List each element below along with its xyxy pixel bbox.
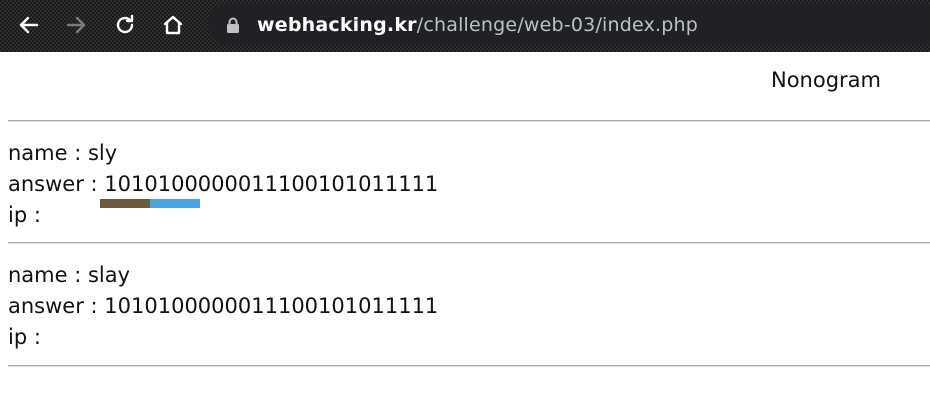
highlight-segment-blue	[150, 199, 200, 208]
url-text[interactable]: webhacking.kr/challenge/web-03/index.php	[257, 13, 698, 37]
back-button[interactable]	[14, 10, 44, 40]
reload-icon	[116, 14, 134, 34]
entry-name: name : slay	[8, 263, 131, 287]
divider	[8, 120, 930, 122]
entry-answer: answer : 1010100000011100101011111	[8, 172, 439, 196]
entry-1: name : sly answer : 10101000000111001010…	[8, 138, 438, 231]
reload-button[interactable]	[110, 10, 140, 40]
entry-2: name : slay answer : 1010100000011100101…	[8, 260, 438, 353]
home-button[interactable]	[158, 10, 188, 40]
entry-ip: ip :	[8, 203, 41, 227]
divider	[8, 365, 930, 367]
highlight-segment-brown	[100, 199, 150, 208]
browser-toolbar: webhacking.kr/challenge/web-03/index.php	[0, 0, 930, 52]
back-arrow-icon	[19, 16, 39, 34]
address-bar[interactable]: webhacking.kr/challenge/web-03/index.php	[207, 4, 930, 45]
answer-highlight-bar	[100, 199, 200, 208]
entry-answer: answer : 1010100000011100101011111	[8, 294, 439, 318]
url-path: /challenge/web-03/index.php	[416, 14, 699, 36]
lock-icon	[227, 17, 239, 33]
url-host: webhacking.kr	[257, 14, 417, 36]
divider	[8, 242, 930, 244]
forward-button[interactable]	[61, 10, 91, 40]
page-title: Nonogram	[770, 68, 881, 92]
entry-name: name : sly	[8, 141, 118, 165]
home-icon	[163, 15, 183, 35]
entry-ip: ip :	[8, 325, 41, 349]
forward-arrow-icon	[66, 16, 86, 34]
